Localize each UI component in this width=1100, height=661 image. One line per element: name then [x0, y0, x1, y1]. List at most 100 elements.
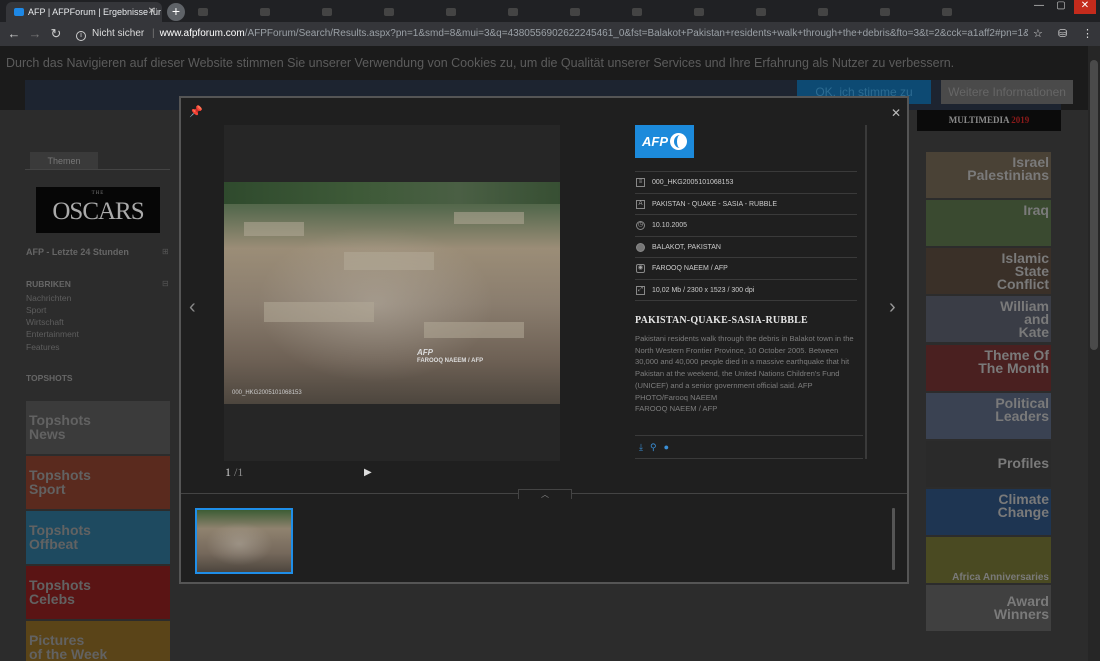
metadata-scrollbar[interactable] — [865, 125, 867, 459]
rubrik-link[interactable]: Entertainment — [26, 329, 79, 339]
browser-tab[interactable] — [748, 2, 808, 22]
multimedia-tab[interactable]: MULTIMEDIA 2019 — [917, 110, 1061, 131]
topshots-offbeat-card[interactable]: Topshots Offbeat — [26, 511, 170, 564]
iraq-card[interactable]: Iraq — [926, 200, 1051, 246]
tab-favicon — [880, 8, 890, 16]
action-bar: ⤓ ⚲ ● — [639, 442, 676, 453]
browser-tab-strip: AFP | AFPForum | Ergebnisse für ... ✕ + … — [0, 0, 1100, 22]
rubrik-link[interactable]: Sport — [26, 305, 46, 315]
photo-detail — [344, 252, 434, 270]
card-line: Profiles — [997, 455, 1049, 471]
climate-change-card[interactable]: Climate Change — [926, 489, 1051, 535]
actions-divider — [635, 435, 863, 436]
theme-of-month-card[interactable]: Theme Of The Month — [926, 345, 1051, 391]
afp-favicon — [14, 8, 24, 16]
minimize-window-button[interactable]: — — [1028, 0, 1050, 14]
menu-kebab-icon[interactable]: ⋮ — [1082, 27, 1093, 40]
zoom-icon[interactable]: ⚲ — [650, 442, 657, 452]
address-bar[interactable]: i Nicht sicher | www.afpforum.com/AFPForum… — [68, 24, 1028, 44]
browser-tab[interactable] — [252, 2, 312, 22]
rubrik-link[interactable]: Wirtschaft — [26, 317, 64, 327]
globe-share-icon[interactable]: ● — [664, 442, 669, 452]
pin-icon[interactable]: 📌 — [189, 105, 203, 118]
tab-favicon — [694, 8, 704, 16]
close-window-button[interactable]: ✕ — [1074, 0, 1096, 14]
card-line: of the Week — [29, 646, 108, 661]
previous-chevron-icon[interactable]: ‹ — [189, 296, 196, 319]
topshots-sport-card[interactable]: Topshots Sport — [26, 456, 170, 509]
multimedia-suffix: 2019 — [1011, 115, 1030, 125]
browser-tab[interactable] — [438, 2, 498, 22]
browser-tab[interactable] — [562, 2, 622, 22]
caption-title: PAKISTAN-QUAKE-SASIA-RUBBLE — [635, 315, 808, 326]
topshots-heading: TOPSHOTS — [26, 373, 73, 383]
page-scrollbar-thumb[interactable] — [1090, 60, 1098, 350]
card-line: Sport — [29, 481, 66, 497]
left-divider — [25, 169, 170, 170]
cookie-banner-text: Durch das Navigieren auf dieser Website … — [6, 56, 955, 70]
url-domain: www.afpforum.com — [159, 28, 245, 39]
photo-counter: 1 /1 — [225, 465, 243, 480]
photo-credit-overlay: AFP FAROOQ NAEEM / AFP — [417, 349, 483, 365]
rubrik-link[interactable]: Nachrichten — [26, 293, 71, 303]
pictures-of-week-card[interactable]: Pictures of the Week — [26, 621, 170, 661]
filmstrip-thumbnail-selected[interactable] — [195, 508, 293, 574]
play-icon[interactable]: ▶ — [364, 467, 372, 478]
tab-favicon — [818, 8, 828, 16]
metadata-panel: AFP ≡ 000_HKG2005101068153 A PAKISTAN - QU… — [635, 125, 863, 459]
political-leaders-card[interactable]: Political Leaders — [926, 393, 1051, 439]
expand-icon[interactable]: ⊞ — [162, 247, 169, 256]
info-icon[interactable]: i — [76, 31, 86, 41]
tab-favicon — [632, 8, 642, 16]
browser-tab[interactable] — [500, 2, 560, 22]
browser-tab-title: AFP | AFPForum | Ergebnisse für ... — [28, 7, 162, 17]
photo-image[interactable]: AFP FAROOQ NAEEM / AFP 000_HKG2005101068… — [224, 182, 560, 404]
browser-tab[interactable] — [376, 2, 436, 22]
last24-link[interactable]: AFP - Letzte 24 Stunden — [26, 247, 129, 257]
card-line: News — [29, 426, 66, 442]
maximize-window-button[interactable]: ▢ — [1050, 0, 1072, 14]
collapse-icon[interactable]: ⊟ — [162, 279, 169, 288]
topshots-celebs-card[interactable]: Topshots Celebs — [26, 566, 170, 619]
rubrik-link[interactable]: Features — [26, 342, 60, 352]
meta-keywords: PAKISTAN - QUAKE - SASIA - RUBBLE — [652, 201, 777, 208]
photo-detail — [264, 302, 374, 322]
browser-tab-active[interactable]: AFP | AFPForum | Ergebnisse für ... ✕ — [6, 2, 162, 22]
browser-tab[interactable] — [314, 2, 374, 22]
close-tab-icon[interactable]: ✕ — [148, 6, 156, 17]
islamic-state-card[interactable]: Islamic State Conflict — [926, 248, 1051, 294]
browser-tab[interactable] — [624, 2, 684, 22]
extension-icon[interactable]: ⛁ — [1058, 27, 1067, 40]
browser-tab[interactable] — [810, 2, 870, 22]
document-icon: ≡ — [636, 178, 645, 187]
meta-keywords-row: A PAKISTAN - QUAKE - SASIA - RUBBLE — [635, 193, 857, 214]
card-line: Change — [997, 504, 1049, 520]
oscars-banner[interactable]: THE OSCARS — [36, 187, 160, 233]
text-icon: A — [636, 200, 645, 209]
browser-tab[interactable] — [190, 2, 250, 22]
reload-icon[interactable]: ↻ — [48, 26, 64, 42]
israel-palestinians-card[interactable]: Israel Palestinians — [926, 152, 1051, 198]
next-chevron-icon[interactable]: › — [889, 296, 896, 319]
william-kate-card[interactable]: William and Kate — [926, 296, 1051, 342]
forward-arrow-icon[interactable]: → — [27, 26, 43, 41]
download-icon[interactable]: ⤓ — [639, 442, 643, 452]
browser-tab[interactable] — [872, 2, 932, 22]
new-tab-button[interactable]: + — [167, 3, 185, 21]
filmstrip-toggle-chevron-icon[interactable]: ︿ — [518, 489, 572, 499]
back-arrow-icon[interactable]: ← — [6, 26, 22, 41]
tab-themen[interactable]: Themen — [30, 152, 98, 170]
browser-tab[interactable] — [686, 2, 746, 22]
bookmark-star-icon[interactable]: ☆ — [1033, 27, 1043, 40]
photo-detail — [244, 222, 304, 236]
award-winners-card[interactable]: Award Winners — [926, 585, 1051, 631]
filmstrip-scrollbar[interactable] — [892, 508, 895, 570]
cookie-more-info-button[interactable]: Weitere Informationen — [941, 80, 1073, 104]
globe-icon — [636, 243, 645, 252]
meta-id-row: ≡ 000_HKG2005101068153 — [635, 171, 857, 192]
africa-anniversaries-card[interactable]: Africa Anniversaries — [926, 537, 1051, 583]
close-icon[interactable]: ✕ — [891, 106, 901, 120]
profiles-card[interactable]: Profiles — [926, 441, 1051, 487]
topshots-news-card[interactable]: Topshots News — [26, 401, 170, 454]
browser-tab[interactable] — [934, 2, 994, 22]
